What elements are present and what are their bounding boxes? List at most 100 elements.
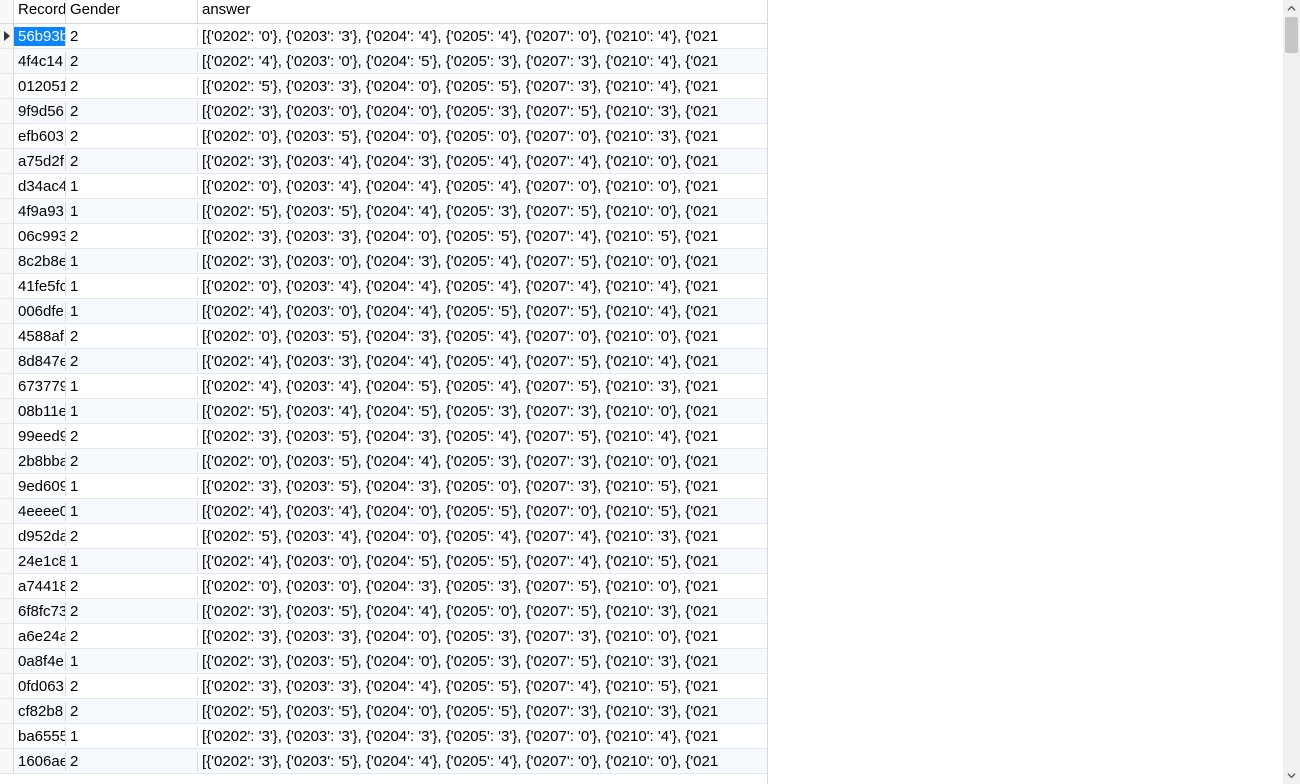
cell-gender[interactable]: 1 (66, 502, 198, 521)
table-row[interactable]: 24e1c81[{'0202': '4'}, {'0203': '0'}, {'… (0, 549, 767, 574)
cell-gender[interactable]: 2 (66, 27, 198, 46)
cell-answer[interactable]: [{'0202': '5'}, {'0203': '4'}, {'0204': … (198, 402, 767, 421)
cell-gender[interactable]: 2 (66, 577, 198, 596)
cell-answer[interactable]: [{'0202': '3'}, {'0203': '5'}, {'0204': … (198, 752, 767, 771)
table-row[interactable]: ba65551[{'0202': '3'}, {'0203': '3'}, {'… (0, 724, 767, 749)
cell-gender[interactable]: 2 (66, 127, 198, 146)
table-row[interactable]: efb6032[{'0202': '0'}, {'0203': '5'}, {'… (0, 124, 767, 149)
cell-gender[interactable]: 1 (66, 552, 198, 571)
cell-gender[interactable]: 2 (66, 677, 198, 696)
cell-answer[interactable]: [{'0202': '4'}, {'0203': '0'}, {'0204': … (198, 52, 767, 71)
cell-answer[interactable]: [{'0202': '3'}, {'0203': '3'}, {'0204': … (198, 677, 767, 696)
cell-answer[interactable]: [{'0202': '4'}, {'0203': '0'}, {'0204': … (198, 552, 767, 571)
table-row[interactable]: 4f9a931[{'0202': '5'}, {'0203': '5'}, {'… (0, 199, 767, 224)
column-header-record[interactable]: Record (14, 0, 66, 23)
cell-gender[interactable]: 2 (66, 152, 198, 171)
table-row[interactable]: 006dfe1[{'0202': '4'}, {'0203': '0'}, {'… (0, 299, 767, 324)
cell-answer[interactable]: [{'0202': '3'}, {'0203': '0'}, {'0204': … (198, 102, 767, 121)
cell-answer[interactable]: [{'0202': '4'}, {'0203': '3'}, {'0204': … (198, 352, 767, 371)
table-row[interactable]: a6e24a2[{'0202': '3'}, {'0203': '3'}, {'… (0, 624, 767, 649)
cell-gender[interactable]: 1 (66, 377, 198, 396)
cell-gender[interactable]: 2 (66, 52, 198, 71)
cell-record[interactable]: 6f8fc73 (14, 602, 66, 621)
cell-gender[interactable]: 1 (66, 727, 198, 746)
scroll-down-button[interactable] (1283, 767, 1300, 784)
cell-gender[interactable]: 2 (66, 427, 198, 446)
cell-answer[interactable]: [{'0202': '5'}, {'0203': '4'}, {'0204': … (198, 527, 767, 546)
cell-gender[interactable]: 1 (66, 302, 198, 321)
table-row[interactable]: 9ed6091[{'0202': '3'}, {'0203': '5'}, {'… (0, 474, 767, 499)
table-row[interactable]: a75d2f2[{'0202': '3'}, {'0203': '4'}, {'… (0, 149, 767, 174)
cell-record[interactable]: 8c2b8e (14, 252, 66, 271)
cell-record[interactable]: cf82b8 (14, 702, 66, 721)
cell-record[interactable]: a75d2f (14, 152, 66, 171)
cell-answer[interactable]: [{'0202': '3'}, {'0203': '5'}, {'0204': … (198, 602, 767, 621)
cell-gender[interactable]: 2 (66, 102, 198, 121)
table-row[interactable]: 1606ae2[{'0202': '3'}, {'0203': '5'}, {'… (0, 749, 767, 774)
cell-gender[interactable]: 2 (66, 327, 198, 346)
cell-answer[interactable]: [{'0202': '4'}, {'0203': '0'}, {'0204': … (198, 302, 767, 321)
cell-answer[interactable]: [{'0202': '3'}, {'0203': '3'}, {'0204': … (198, 627, 767, 646)
cell-answer[interactable]: [{'0202': '3'}, {'0203': '5'}, {'0204': … (198, 477, 767, 496)
table-row[interactable]: 08b11e1[{'0202': '5'}, {'0203': '4'}, {'… (0, 399, 767, 424)
cell-record[interactable]: 24e1c8 (14, 552, 66, 571)
cell-answer[interactable]: [{'0202': '4'}, {'0203': '4'}, {'0204': … (198, 502, 767, 521)
table-row[interactable]: 2b8bba2[{'0202': '0'}, {'0203': '5'}, {'… (0, 449, 767, 474)
cell-record[interactable]: 9ed609 (14, 477, 66, 496)
cell-gender[interactable]: 2 (66, 627, 198, 646)
cell-record[interactable]: 4588af (14, 327, 66, 346)
cell-record[interactable]: 4f4c14 (14, 52, 66, 71)
cell-answer[interactable]: [{'0202': '0'}, {'0203': '4'}, {'0204': … (198, 177, 767, 196)
cell-answer[interactable]: [{'0202': '3'}, {'0203': '3'}, {'0204': … (198, 727, 767, 746)
cell-record[interactable]: 1606ae (14, 752, 66, 771)
cell-record[interactable]: 0fd063 (14, 677, 66, 696)
table-row[interactable]: 6737791[{'0202': '4'}, {'0203': '4'}, {'… (0, 374, 767, 399)
cell-record[interactable]: 06c993 (14, 227, 66, 246)
cell-record[interactable]: 012051 (14, 77, 66, 96)
cell-gender[interactable]: 2 (66, 77, 198, 96)
cell-gender[interactable]: 2 (66, 752, 198, 771)
cell-record[interactable]: 2b8bba (14, 452, 66, 471)
cell-gender[interactable]: 2 (66, 702, 198, 721)
cell-answer[interactable]: [{'0202': '3'}, {'0203': '3'}, {'0204': … (198, 227, 767, 246)
table-row[interactable]: d952da2[{'0202': '5'}, {'0203': '4'}, {'… (0, 524, 767, 549)
table-row[interactable]: cf82b82[{'0202': '5'}, {'0203': '5'}, {'… (0, 699, 767, 724)
table-row[interactable]: 41fe5fc1[{'0202': '0'}, {'0203': '4'}, {… (0, 274, 767, 299)
cell-record[interactable]: 8d847e (14, 352, 66, 371)
table-row[interactable]: 4f4c142[{'0202': '4'}, {'0203': '0'}, {'… (0, 49, 767, 74)
cell-record[interactable]: efb603 (14, 127, 66, 146)
cell-gender[interactable]: 1 (66, 177, 198, 196)
table-row[interactable]: 6f8fc732[{'0202': '3'}, {'0203': '5'}, {… (0, 599, 767, 624)
column-header-answer[interactable]: answer (198, 0, 767, 23)
cell-answer[interactable]: [{'0202': '0'}, {'0203': '3'}, {'0204': … (198, 27, 767, 46)
cell-gender[interactable]: 1 (66, 477, 198, 496)
cell-gender[interactable]: 2 (66, 227, 198, 246)
cell-record[interactable]: 08b11e (14, 402, 66, 421)
cell-record[interactable]: 99eed9 (14, 427, 66, 446)
cell-record[interactable]: 006dfe (14, 302, 66, 321)
cell-answer[interactable]: [{'0202': '3'}, {'0203': '4'}, {'0204': … (198, 152, 767, 171)
table-row[interactable]: 0a8f4e1[{'0202': '3'}, {'0203': '5'}, {'… (0, 649, 767, 674)
cell-answer[interactable]: [{'0202': '0'}, {'0203': '0'}, {'0204': … (198, 577, 767, 596)
table-row[interactable]: 56b93b2[{'0202': '0'}, {'0203': '3'}, {'… (0, 24, 767, 49)
table-row[interactable]: 06c9932[{'0202': '3'}, {'0203': '3'}, {'… (0, 224, 767, 249)
cell-answer[interactable]: [{'0202': '4'}, {'0203': '4'}, {'0204': … (198, 377, 767, 396)
cell-record[interactable]: 4f9a93 (14, 202, 66, 221)
cell-answer[interactable]: [{'0202': '0'}, {'0203': '5'}, {'0204': … (198, 127, 767, 146)
cell-gender[interactable]: 2 (66, 602, 198, 621)
cell-record[interactable]: 41fe5fc (14, 277, 66, 296)
cell-answer[interactable]: [{'0202': '3'}, {'0203': '0'}, {'0204': … (198, 252, 767, 271)
column-header-gender[interactable]: Gender (66, 0, 198, 23)
cell-gender[interactable]: 2 (66, 527, 198, 546)
cell-record[interactable]: 0a8f4e (14, 652, 66, 671)
table-row[interactable]: 0fd0632[{'0202': '3'}, {'0203': '3'}, {'… (0, 674, 767, 699)
cell-record[interactable]: 9f9d56 (14, 102, 66, 121)
table-row[interactable]: 8d847e2[{'0202': '4'}, {'0203': '3'}, {'… (0, 349, 767, 374)
cell-record[interactable]: a6e24a (14, 627, 66, 646)
table-row[interactable]: d34ac41[{'0202': '0'}, {'0203': '4'}, {'… (0, 174, 767, 199)
cell-answer[interactable]: [{'0202': '5'}, {'0203': '5'}, {'0204': … (198, 202, 767, 221)
scroll-thumb[interactable] (1285, 17, 1298, 53)
cell-answer[interactable]: [{'0202': '0'}, {'0203': '4'}, {'0204': … (198, 277, 767, 296)
table-row[interactable]: 9f9d562[{'0202': '3'}, {'0203': '0'}, {'… (0, 99, 767, 124)
cell-answer[interactable]: [{'0202': '5'}, {'0203': '5'}, {'0204': … (198, 702, 767, 721)
